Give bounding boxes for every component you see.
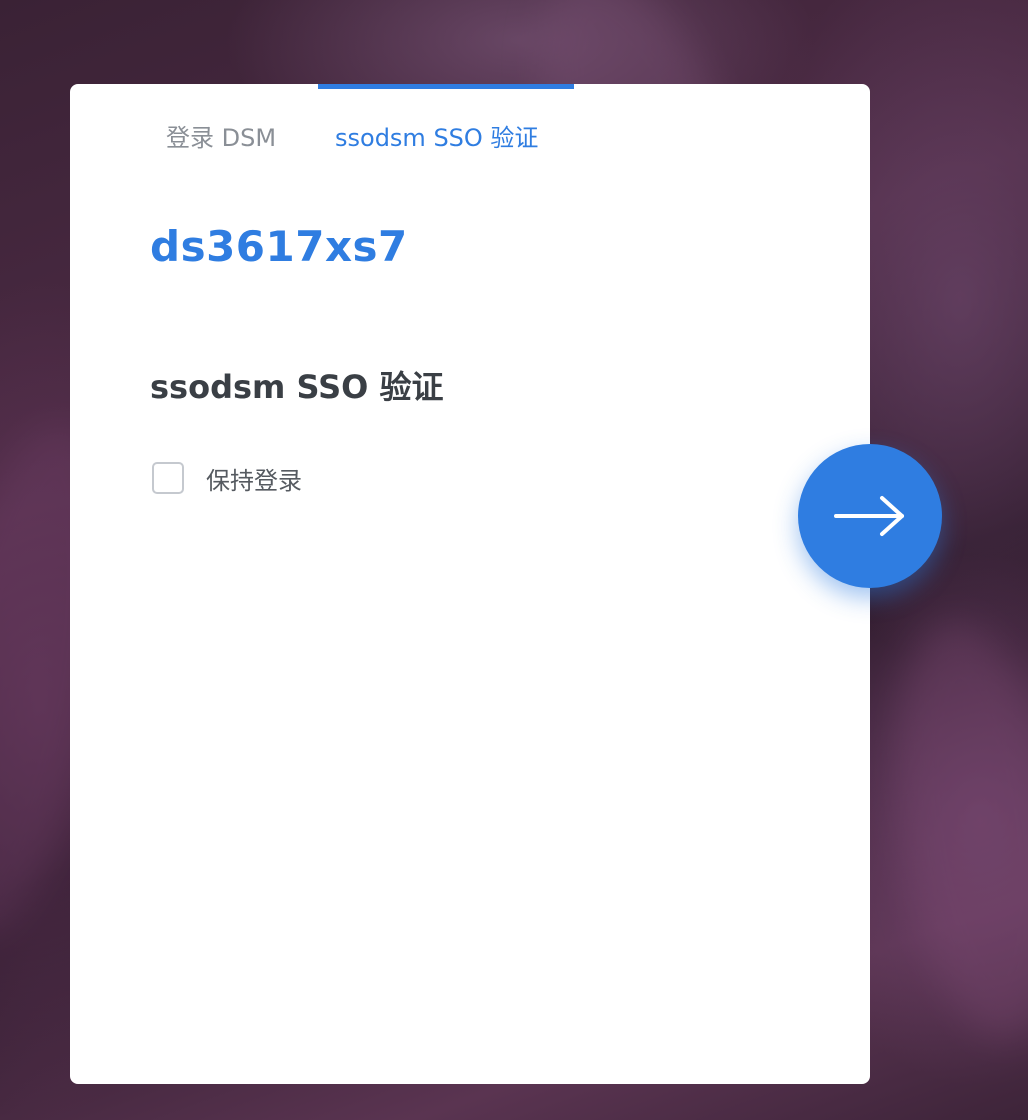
remember-me-option[interactable]: 保持登录 xyxy=(152,460,302,496)
remember-me-label: 保持登录 xyxy=(206,466,302,495)
arrow-right-icon xyxy=(834,496,904,536)
login-card: 登录 DSM ssodsm SSO 验证 ds3617xs7 ssodsm SS… xyxy=(70,84,870,1084)
server-hostname: ds3617xs7 xyxy=(150,222,408,271)
sign-in-button[interactable] xyxy=(798,444,942,588)
login-tabs: 登录 DSM ssodsm SSO 验证 xyxy=(70,84,870,164)
tab-sso-auth[interactable]: ssodsm SSO 验证 xyxy=(318,84,574,154)
sso-section-title: ssodsm SSO 验证 xyxy=(150,368,444,406)
remember-me-checkbox[interactable] xyxy=(152,462,184,494)
tab-dsm-login[interactable]: 登录 DSM xyxy=(166,84,276,154)
